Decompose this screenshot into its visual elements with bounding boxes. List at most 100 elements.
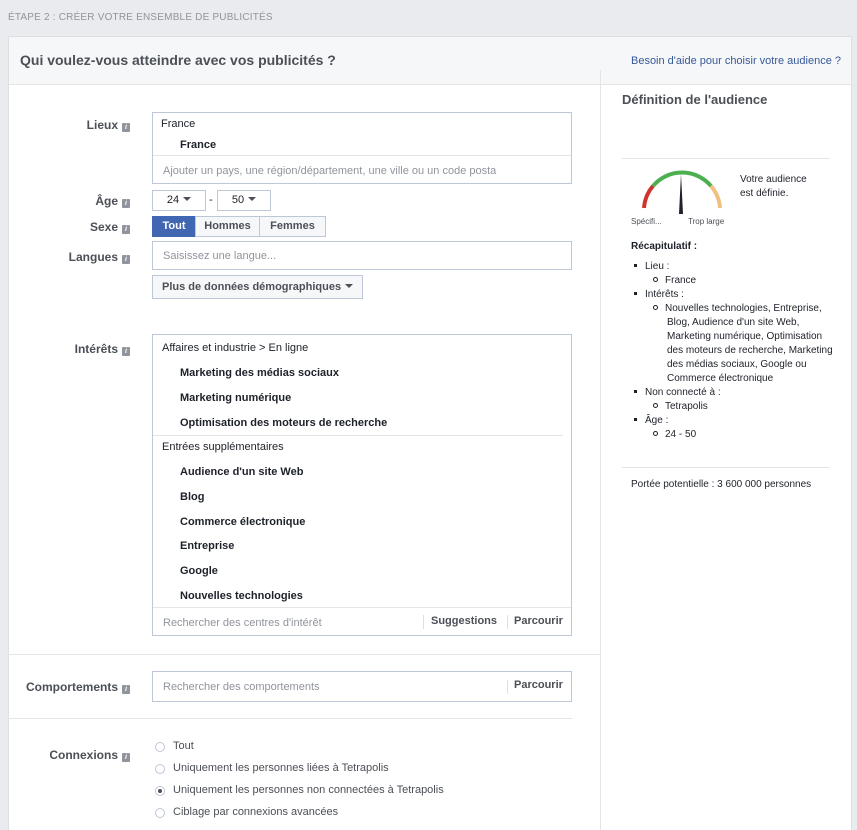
info-icon[interactable]: i: [122, 753, 130, 762]
summary-item: Intérêts :: [634, 288, 834, 302]
interest-item[interactable]: Blog: [180, 491, 204, 503]
more-demographics-button[interactable]: Plus de données démographiques: [152, 275, 364, 299]
summary-value: France: [665, 275, 697, 286]
age-max-select[interactable]: 50: [217, 190, 271, 211]
card-header: Qui voulez-vous atteindre avec vos publi…: [9, 37, 851, 85]
summary-subitem: Nouvelles technologies, Entreprise, Blog…: [634, 302, 834, 386]
section-divider: [8, 718, 572, 719]
behaviors-input[interactable]: Rechercher des comportements Parcourir: [152, 671, 572, 702]
summary-label: Lieu :: [645, 261, 670, 272]
summary-value: Nouvelles technologies, Entreprise, Blog…: [665, 303, 833, 384]
behaviors-label: Comportements i: [8, 680, 130, 694]
age-label-text: Âge: [95, 194, 118, 208]
audience-help-link[interactable]: Besoin d'aide pour choisir votre audienc…: [631, 55, 841, 67]
connection-option-label: Ciblage par connexions avancées: [173, 806, 339, 818]
suggestions-button[interactable]: Suggestions: [431, 615, 497, 627]
page-title: Qui voulez-vous atteindre avec vos publi…: [20, 52, 336, 68]
summary-title: Récapitulatif :: [631, 241, 698, 252]
gauge-needle-icon: [679, 174, 683, 214]
column-divider: [600, 70, 601, 830]
interest-item[interactable]: Marketing des médias sociaux: [180, 367, 339, 379]
interest-item[interactable]: Marketing numérique: [180, 392, 291, 404]
info-icon[interactable]: i: [122, 225, 130, 234]
interest-item[interactable]: Entreprise: [180, 540, 234, 552]
summary-item: Non connecté à :: [634, 386, 834, 400]
audience-title: Définition de l'audience: [622, 92, 768, 107]
bullet-icon: [634, 418, 637, 421]
caret-down-icon: [345, 284, 354, 288]
age-label: Âge i: [8, 194, 130, 208]
location-search-input[interactable]: Ajouter un pays, une région/département,…: [163, 165, 496, 177]
interests-search-input[interactable]: Rechercher des centres d'intérêt: [163, 617, 322, 629]
section-divider: [8, 654, 600, 655]
summary-list: Lieu : France Intérêts : Nouvelles techn…: [634, 260, 834, 442]
interest-item[interactable]: Optimisation des moteurs de recherche: [180, 417, 387, 429]
circle-bullet-icon: [653, 305, 658, 310]
locations-label-text: Lieux: [86, 118, 118, 132]
interests-label-text: Intérêts: [74, 342, 118, 356]
potential-reach: Portée potentielle : 3 600 000 personnes: [631, 479, 812, 490]
gender-all-button[interactable]: Tout: [152, 216, 196, 237]
circle-bullet-icon: [653, 277, 658, 282]
summary-label: Non connecté à :: [645, 387, 721, 398]
connection-option-label: Uniquement les personnes liées à Tetrapo…: [173, 762, 389, 774]
gauge-red-segment: [642, 184, 655, 209]
location-item[interactable]: France: [180, 139, 216, 151]
circle-bullet-icon: [653, 431, 658, 436]
summary-value: 24 - 50: [665, 429, 697, 440]
gauge-green-segment: [651, 170, 713, 188]
interest-item[interactable]: Commerce électronique: [180, 516, 305, 528]
info-icon[interactable]: i: [122, 123, 130, 132]
interest-item[interactable]: Nouvelles technologies: [180, 590, 303, 602]
caret-down-icon: [248, 197, 257, 201]
interest-group-title: Affaires et industrie > En ligne: [162, 342, 309, 354]
languages-label: Langues i: [8, 250, 130, 264]
interest-item[interactable]: Audience d'un site Web: [180, 466, 303, 478]
connection-radio-not-connected[interactable]: [155, 786, 165, 796]
divider: [153, 155, 571, 156]
summary-value: Tetrapolis: [665, 401, 708, 412]
divider: [507, 680, 508, 694]
gender-men-button[interactable]: Hommes: [195, 216, 260, 237]
divider: [153, 607, 571, 608]
more-demographics-label: Plus de données démographiques: [162, 281, 342, 293]
languages-input[interactable]: Saisissez une langue...: [152, 241, 572, 270]
info-icon[interactable]: i: [122, 347, 130, 356]
info-icon[interactable]: i: [122, 685, 130, 694]
browse-behaviors-button[interactable]: Parcourir: [514, 679, 563, 691]
locations-box: France France Ajouter un pays, une régio…: [152, 112, 572, 184]
bullet-icon: [634, 292, 637, 295]
divider: [507, 615, 508, 629]
info-icon[interactable]: i: [122, 255, 130, 264]
age-min-select[interactable]: 24: [152, 190, 206, 211]
gender-label-text: Sexe: [89, 220, 118, 234]
summary-subitem: France: [634, 274, 834, 288]
interests-label: Intérêts i: [8, 342, 130, 356]
info-icon[interactable]: i: [122, 199, 130, 208]
age-min-value: 24: [166, 194, 180, 206]
gauge-left-label: Spécifi...: [631, 217, 662, 226]
bullet-icon: [634, 264, 637, 267]
gauge-orange-segment: [709, 184, 722, 209]
divider: [622, 467, 830, 468]
summary-label: Intérêts :: [645, 289, 684, 300]
circle-bullet-icon: [653, 403, 658, 408]
gender-women-button[interactable]: Femmes: [259, 216, 326, 237]
age-separator: -: [209, 194, 213, 206]
connection-option-label: Tout: [173, 740, 194, 752]
languages-label-text: Langues: [68, 250, 118, 264]
summary-item: Âge :: [634, 414, 834, 428]
summary-subitem: 24 - 50: [634, 428, 834, 442]
connection-radio-all[interactable]: [155, 742, 165, 752]
connection-radio-linked[interactable]: [155, 764, 165, 774]
summary-subitem: Tetrapolis: [634, 400, 834, 414]
connection-radio-advanced[interactable]: [155, 808, 165, 818]
interest-item[interactable]: Google: [180, 565, 218, 577]
audience-status: Votre audience est définie.: [740, 174, 807, 199]
browse-interests-button[interactable]: Parcourir: [514, 615, 563, 627]
divider: [153, 435, 563, 436]
summary-label: Âge :: [645, 415, 669, 426]
gauge-right-label: Trop large: [688, 217, 725, 226]
age-max-value: 50: [231, 194, 245, 206]
divider: [622, 158, 830, 159]
